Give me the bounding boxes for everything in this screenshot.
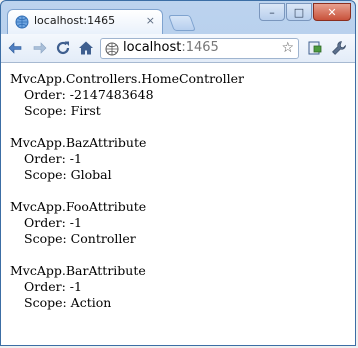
- filter-scope: Scope: Action: [24, 295, 112, 310]
- filter-name: MvcApp.BazAttribute: [10, 135, 147, 150]
- filter-name: MvcApp.Controllers.HomeController: [10, 71, 244, 86]
- filter-scope: Scope: Controller: [24, 231, 136, 246]
- forward-arrow-icon: [33, 42, 47, 54]
- back-arrow-icon: [8, 42, 22, 54]
- filter-order: Order: -1: [24, 215, 82, 230]
- reload-icon: [56, 41, 70, 55]
- filter-list: MvcApp.Controllers.HomeController Order:…: [10, 71, 244, 327]
- home-button[interactable]: [77, 39, 95, 57]
- maximize-button[interactable]: □: [286, 3, 312, 21]
- home-icon: [79, 41, 93, 55]
- tab-strip: localhost:1465 × – □ ✕: [1, 1, 355, 34]
- url-port: :1465: [181, 40, 219, 55]
- filter-scope: Scope: Global: [24, 167, 112, 182]
- filter-name: MvcApp.BarAttribute: [10, 263, 146, 278]
- filter-scope: Scope: First: [24, 103, 101, 118]
- reload-button[interactable]: [54, 39, 72, 57]
- browser-toolbar: localhost:1465 ☆: [1, 34, 355, 63]
- page-menu-icon: [308, 41, 322, 55]
- star-icon[interactable]: ☆: [281, 40, 294, 56]
- wrench-icon: [332, 41, 346, 55]
- filter-order: Order: -1: [24, 151, 82, 166]
- filter-name: MvcApp.FooAttribute: [10, 199, 147, 214]
- address-bar[interactable]: localhost:1465 ☆: [100, 38, 299, 59]
- tab-title: localhost:1465: [34, 14, 116, 27]
- list-item: MvcApp.Controllers.HomeController Order:…: [10, 71, 244, 119]
- filter-order: Order: -1: [24, 279, 82, 294]
- list-item: MvcApp.FooAttribute Order: -1 Scope: Con…: [10, 199, 244, 247]
- window-controls: – □ ✕: [258, 3, 351, 21]
- globe-icon: [15, 15, 29, 29]
- page-content: MvcApp.Controllers.HomeController Order:…: [1, 63, 355, 345]
- list-item: MvcApp.BarAttribute Order: -1 Scope: Act…: [10, 263, 244, 311]
- new-tab-button[interactable]: [168, 15, 196, 31]
- filter-order: Order: -2147483648: [24, 87, 154, 102]
- minimize-button[interactable]: –: [259, 3, 285, 21]
- back-button[interactable]: [7, 39, 25, 57]
- wrench-menu-button[interactable]: [330, 39, 348, 57]
- list-item: MvcApp.BazAttribute Order: -1 Scope: Glo…: [10, 135, 244, 183]
- globe-icon: [105, 42, 119, 56]
- url-host: localhost: [123, 40, 182, 55]
- page-menu-button[interactable]: [306, 39, 324, 57]
- close-tab-icon[interactable]: ×: [146, 14, 155, 28]
- browser-tab[interactable]: localhost:1465 ×: [7, 9, 163, 34]
- url-text: localhost:1465: [123, 40, 219, 55]
- browser-window: localhost:1465 × – □ ✕ localhost:1465 ☆ …: [0, 0, 356, 346]
- forward-button[interactable]: [30, 39, 48, 57]
- close-window-button[interactable]: ✕: [313, 3, 351, 21]
